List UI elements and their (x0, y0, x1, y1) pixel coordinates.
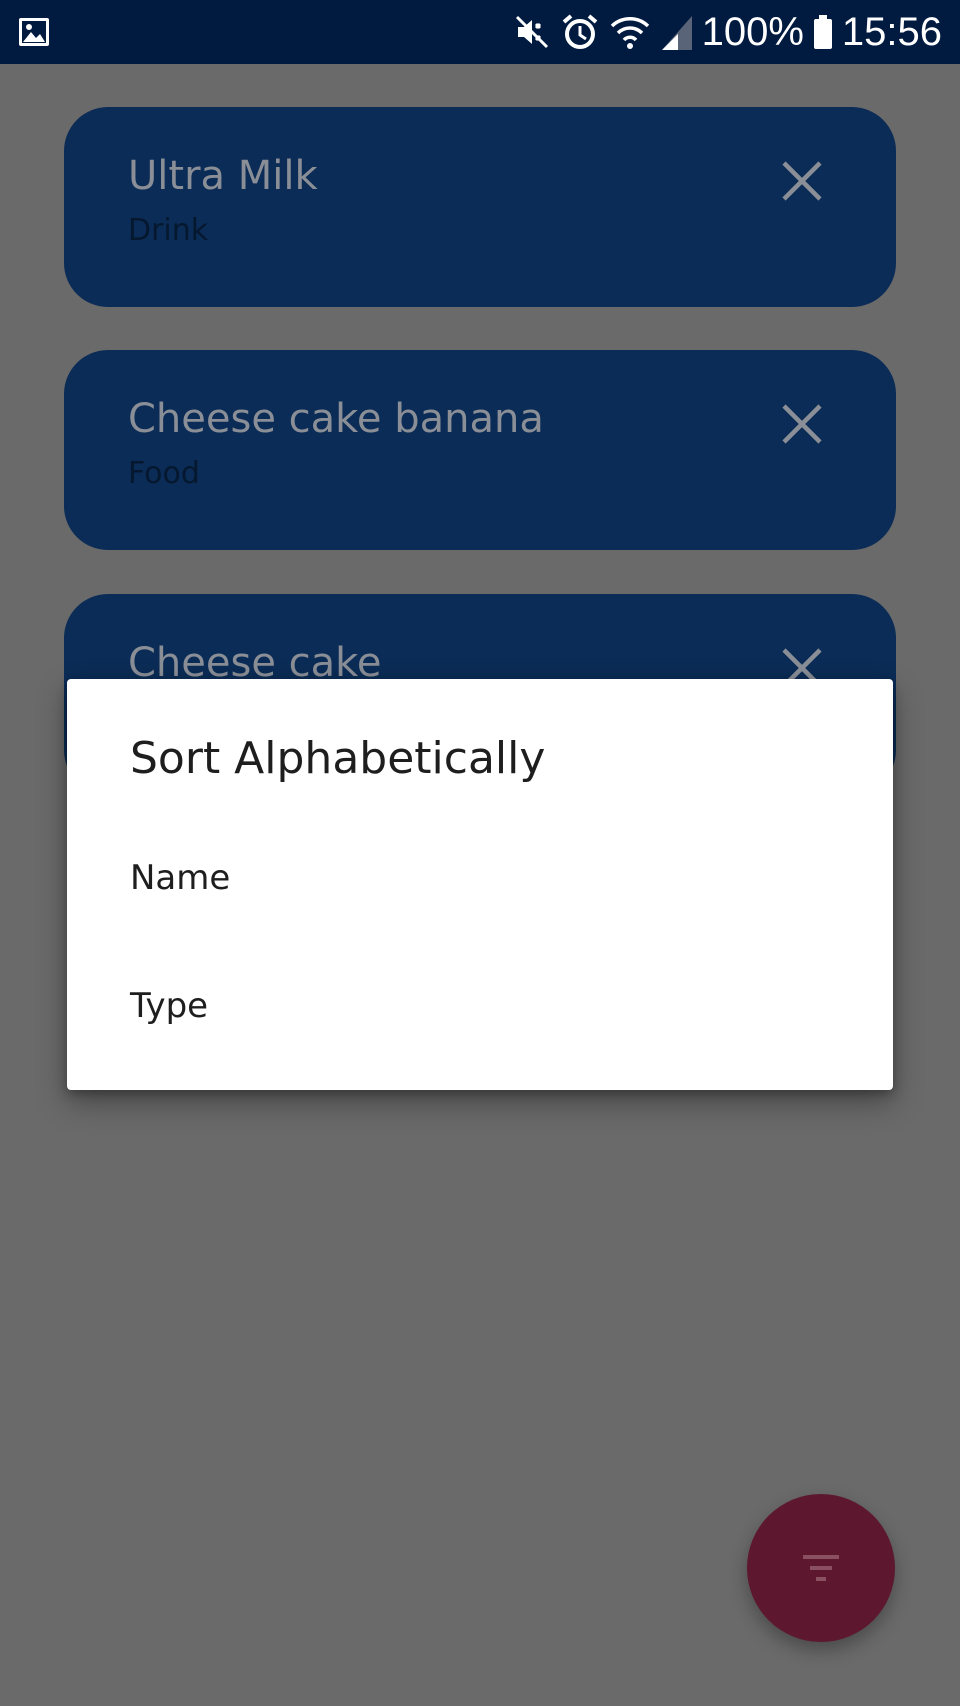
item-title: Ultra Milk (128, 153, 318, 199)
status-bar: 100% 15:56 (0, 0, 960, 64)
status-time: 15:56 (841, 10, 942, 54)
gallery-icon (19, 18, 49, 46)
list-item[interactable]: Cheese cake banana Food (64, 350, 896, 550)
sort-option-label: Type (130, 986, 209, 1026)
status-icons: 100% 15:56 (512, 0, 942, 64)
close-icon[interactable] (780, 159, 824, 203)
sort-dialog: Sort Alphabetically Name Type (67, 679, 893, 1090)
list-item[interactable]: Ultra Milk Drink (64, 107, 896, 307)
alarm-icon (562, 14, 597, 49)
filter-button[interactable] (747, 1494, 895, 1642)
battery-icon (813, 15, 832, 49)
filter-icon (803, 1555, 839, 1581)
sort-option-type[interactable]: Type (67, 956, 893, 1056)
item-title: Cheese cake banana (128, 396, 544, 442)
item-type: Drink (128, 213, 209, 248)
sort-option-name[interactable]: Name (67, 828, 893, 928)
signal-icon (661, 16, 692, 50)
mute-icon (515, 15, 548, 49)
battery-percentage: 100% (701, 10, 804, 54)
sort-option-label: Name (130, 858, 231, 898)
dialog-title: Sort Alphabetically (130, 733, 546, 784)
close-icon[interactable] (780, 402, 824, 446)
item-type: Food (128, 456, 200, 491)
wifi-icon (610, 17, 649, 49)
